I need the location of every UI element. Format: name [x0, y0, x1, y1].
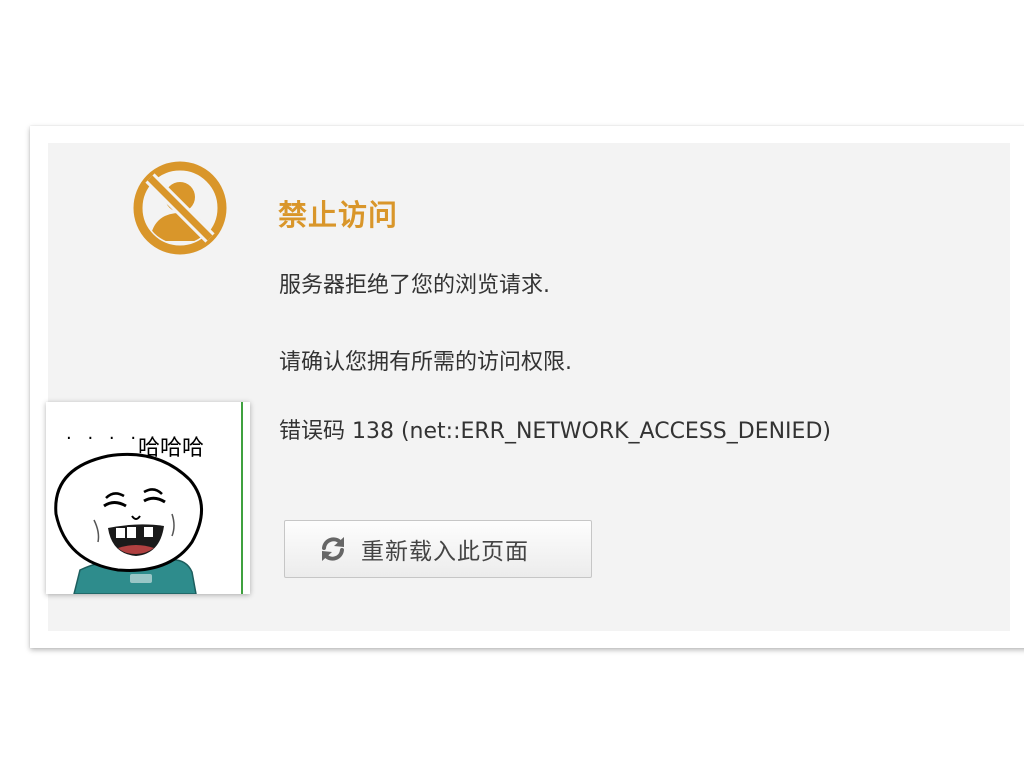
error-message-denied: 服务器拒绝了您的浏览请求. — [279, 273, 550, 298]
meme-green-border — [241, 402, 243, 594]
reload-page-button[interactable]: 重新载入此页面 — [284, 520, 592, 578]
meme-sticker: · · · · 哈哈哈 — [46, 402, 250, 594]
meme-dots: · · · · — [66, 428, 142, 449]
meme-caption: 哈哈哈 — [138, 436, 205, 461]
forbidden-user-icon — [133, 161, 227, 255]
error-message-permission: 请确认您拥有所需的访问权限. — [279, 350, 572, 375]
reload-button-label: 重新载入此页面 — [361, 539, 529, 565]
refresh-icon — [322, 537, 344, 561]
error-code: 错误码 138 (net::ERR_NETWORK_ACCESS_DENIED) — [279, 419, 831, 444]
page-title: 禁止访问 — [278, 198, 399, 232]
